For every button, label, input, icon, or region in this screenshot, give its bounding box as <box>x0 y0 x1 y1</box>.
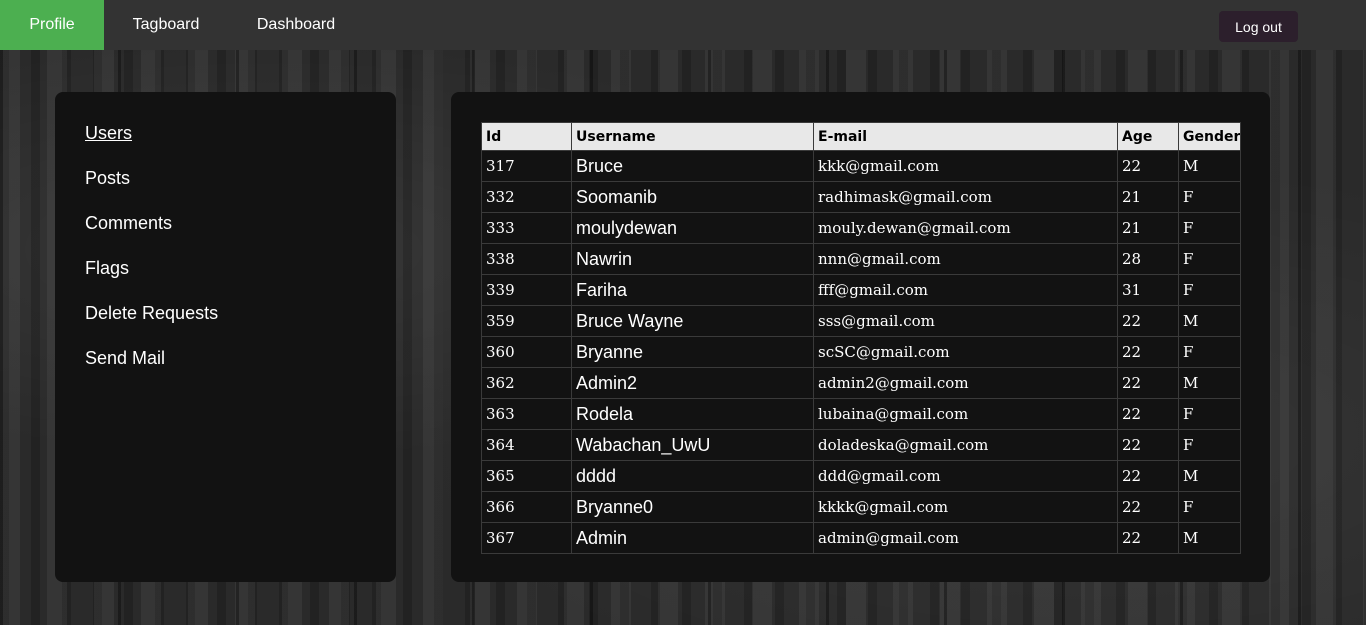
nav-tagboard[interactable]: Tagboard <box>104 0 228 50</box>
top-navbar: Profile Tagboard Dashboard Log out <box>0 0 1366 50</box>
cell-username: Rodela <box>571 398 814 430</box>
table-row: 363 Rodela lubaina@gmail.com 22 F <box>481 398 1241 430</box>
main-panel: Id Username E-mail Age Gender 317 Bruce kk… <box>451 92 1270 582</box>
logout-button[interactable]: Log out <box>1219 11 1298 42</box>
cell-email: lubaina@gmail.com <box>813 398 1118 430</box>
cell-username: moulydewan <box>571 212 814 244</box>
cell-username: Bryanne0 <box>571 491 814 523</box>
cell-email: kkkk@gmail.com <box>813 491 1118 523</box>
sidebar-item-posts[interactable]: Posts <box>85 168 130 189</box>
cell-email: nnn@gmail.com <box>813 243 1118 275</box>
table-row: 366 Bryanne0 kkkk@gmail.com 22 F <box>481 491 1241 523</box>
cell-gender: F <box>1178 429 1241 461</box>
table-row: 339 Fariha fff@gmail.com 31 F <box>481 274 1241 306</box>
cell-id: 339 <box>481 274 572 306</box>
cell-username: Nawrin <box>571 243 814 275</box>
table-row: 338 Nawrin nnn@gmail.com 28 F <box>481 243 1241 275</box>
column-header-gender: Gender <box>1178 122 1241 151</box>
cell-age: 22 <box>1117 367 1179 399</box>
table-row: 362 Admin2 admin2@gmail.com 22 M <box>481 367 1241 399</box>
cell-id: 367 <box>481 522 572 554</box>
cell-email: scSC@gmail.com <box>813 336 1118 368</box>
cell-email: admin2@gmail.com <box>813 367 1118 399</box>
sidebar-item-comments[interactable]: Comments <box>85 213 172 234</box>
cell-gender: F <box>1178 336 1241 368</box>
cell-age: 21 <box>1117 181 1179 213</box>
cell-username: Fariha <box>571 274 814 306</box>
cell-id: 363 <box>481 398 572 430</box>
table-row: 359 Bruce Wayne sss@gmail.com 22 M <box>481 305 1241 337</box>
cell-email: mouly.dewan@gmail.com <box>813 212 1118 244</box>
cell-id: 362 <box>481 367 572 399</box>
cell-username: Soomanib <box>571 181 814 213</box>
table-row: 317 Bruce kkk@gmail.com 22 M <box>481 150 1241 182</box>
cell-gender: M <box>1178 460 1241 492</box>
cell-username: Bryanne <box>571 336 814 368</box>
sidebar-item-users[interactable]: Users <box>85 123 132 144</box>
cell-gender: M <box>1178 522 1241 554</box>
sidebar-item-delete-requests[interactable]: Delete Requests <box>85 303 218 324</box>
cell-id: 365 <box>481 460 572 492</box>
cell-email: fff@gmail.com <box>813 274 1118 306</box>
table-row: 360 Bryanne scSC@gmail.com 22 F <box>481 336 1241 368</box>
cell-id: 317 <box>481 150 572 182</box>
cell-id: 332 <box>481 181 572 213</box>
cell-age: 22 <box>1117 522 1179 554</box>
cell-email: sss@gmail.com <box>813 305 1118 337</box>
cell-id: 338 <box>481 243 572 275</box>
cell-gender: F <box>1178 212 1241 244</box>
cell-id: 366 <box>481 491 572 523</box>
cell-gender: F <box>1178 243 1241 275</box>
cell-gender: M <box>1178 367 1241 399</box>
table-row: 364 Wabachan_UwU doladeska@gmail.com 22 F <box>481 429 1241 461</box>
cell-age: 22 <box>1117 460 1179 492</box>
admin-sidebar: Users Posts Comments Flags Delete Reques… <box>55 92 396 582</box>
column-header-id: Id <box>481 122 572 151</box>
cell-gender: F <box>1178 181 1241 213</box>
cell-age: 21 <box>1117 212 1179 244</box>
sidebar-item-flags[interactable]: Flags <box>85 258 129 279</box>
cell-age: 22 <box>1117 398 1179 430</box>
cell-email: admin@gmail.com <box>813 522 1118 554</box>
cell-gender: M <box>1178 305 1241 337</box>
cell-username: Wabachan_UwU <box>571 429 814 461</box>
cell-username: Bruce <box>571 150 814 182</box>
nav-dashboard[interactable]: Dashboard <box>228 0 364 50</box>
cell-gender: F <box>1178 491 1241 523</box>
users-table: Id Username E-mail Age Gender 317 Bruce kk… <box>481 122 1241 554</box>
cell-age: 31 <box>1117 274 1179 306</box>
sidebar-item-send-mail[interactable]: Send Mail <box>85 348 165 369</box>
table-header-row: Id Username E-mail Age Gender <box>481 122 1241 151</box>
nav-profile[interactable]: Profile <box>0 0 104 50</box>
cell-id: 360 <box>481 336 572 368</box>
cell-age: 22 <box>1117 305 1179 337</box>
cell-email: kkk@gmail.com <box>813 150 1118 182</box>
cell-email: doladeska@gmail.com <box>813 429 1118 461</box>
users-table-body: 317 Bruce kkk@gmail.com 22 M 332 Soomanib radhi… <box>481 150 1241 554</box>
cell-age: 22 <box>1117 150 1179 182</box>
table-row: 333 moulydewan mouly.dewan@gmail.com 21 F <box>481 212 1241 244</box>
table-row: 365 dddd ddd@gmail.com 22 M <box>481 460 1241 492</box>
cell-id: 359 <box>481 305 572 337</box>
cell-age: 22 <box>1117 336 1179 368</box>
table-row: 367 Admin admin@gmail.com 22 M <box>481 522 1241 554</box>
cell-id: 333 <box>481 212 572 244</box>
column-header-age: Age <box>1117 122 1179 151</box>
cell-age: 28 <box>1117 243 1179 275</box>
column-header-username: Username <box>571 122 814 151</box>
table-row: 332 Soomanib radhimask@gmail.com 21 F <box>481 181 1241 213</box>
cell-age: 22 <box>1117 429 1179 461</box>
cell-age: 22 <box>1117 491 1179 523</box>
cell-email: radhimask@gmail.com <box>813 181 1118 213</box>
cell-email: ddd@gmail.com <box>813 460 1118 492</box>
cell-gender: M <box>1178 150 1241 182</box>
cell-username: Admin2 <box>571 367 814 399</box>
cell-username: dddd <box>571 460 814 492</box>
column-header-email: E-mail <box>813 122 1118 151</box>
cell-username: Bruce Wayne <box>571 305 814 337</box>
cell-id: 364 <box>481 429 572 461</box>
cell-gender: F <box>1178 398 1241 430</box>
cell-username: Admin <box>571 522 814 554</box>
cell-gender: F <box>1178 274 1241 306</box>
